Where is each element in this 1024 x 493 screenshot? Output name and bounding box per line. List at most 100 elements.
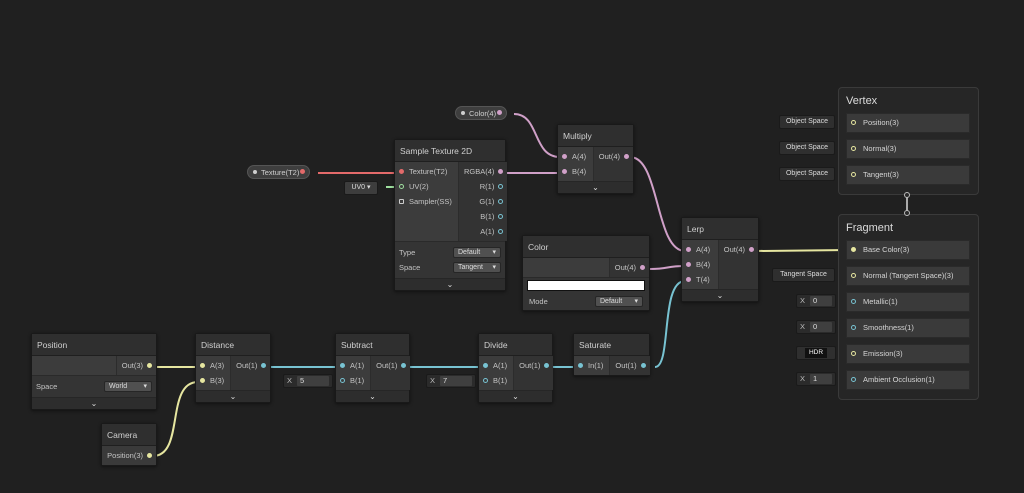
dropdown-arrow-icon: ▾ xyxy=(367,184,371,191)
fragment-block-smoothness[interactable]: Smoothness(1) xyxy=(846,318,970,338)
input-port-b[interactable]: B(1) xyxy=(479,373,513,388)
fragment-stack[interactable]: Fragment Base Color(3) Normal (Tangent S… xyxy=(838,214,979,400)
space-dropdown[interactable]: Tangent ▾ xyxy=(453,262,501,273)
input-port-b[interactable]: B(3) xyxy=(196,373,230,388)
input-port-b[interactable]: B(4) xyxy=(682,257,718,272)
property-texture[interactable]: Texture(T2) xyxy=(247,165,311,179)
input-port-uv[interactable]: UV(2) xyxy=(395,179,458,194)
dropdown-arrow-icon: ▾ xyxy=(634,298,638,305)
fragment-title: Fragment xyxy=(846,222,894,234)
output-port-out[interactable]: Out(4) xyxy=(719,242,758,257)
input-port-a[interactable]: A(3) xyxy=(196,358,230,373)
property-color[interactable]: Color(4) xyxy=(455,106,508,120)
collapse-chevron-icon[interactable]: ⌄ xyxy=(558,181,633,193)
output-port-out[interactable]: Out(1) xyxy=(371,358,410,373)
divide-b-value-field[interactable]: X7 xyxy=(426,374,476,388)
port-dot-icon xyxy=(253,170,257,174)
input-port-sampler[interactable]: Sampler(SS) xyxy=(395,194,458,209)
node-camera[interactable]: Camera Position(3) xyxy=(101,423,157,466)
node-sample-texture-2d[interactable]: Sample Texture 2D Texture(T2) UV(2) Samp… xyxy=(394,139,508,291)
axis-label: X xyxy=(287,376,293,385)
fragment-block-emission[interactable]: Emission(3) xyxy=(846,344,970,364)
node-color[interactable]: Color Out(4) Mode Default ▾ xyxy=(522,235,650,311)
node-title: Sample Texture 2D xyxy=(395,140,505,162)
output-port-out[interactable]: Out(1) xyxy=(610,358,649,373)
node-multiply[interactable]: Multiply A(4) B(4) Out(4) ⌄ xyxy=(557,124,634,194)
node-position[interactable]: Position Out(3) Space World ▾ ⌄ xyxy=(31,333,157,410)
input-port-texture[interactable]: Texture(T2) xyxy=(395,164,458,179)
output-port-icon[interactable] xyxy=(497,110,503,115)
output-port-position[interactable]: Position(3) xyxy=(102,448,156,463)
wire-color-to-multiply-a xyxy=(513,113,561,158)
fragment-block-normal[interactable]: Normal (Tangent Space)(3) xyxy=(846,266,970,286)
vertex-block-tangent[interactable]: Tangent(3) xyxy=(846,165,970,185)
vertex-title: Vertex xyxy=(846,95,878,107)
connector-end-icon xyxy=(904,210,910,216)
output-port-out[interactable]: Out(4) xyxy=(594,149,633,164)
type-dropdown[interactable]: Default ▾ xyxy=(453,247,501,258)
node-title: Color xyxy=(523,236,649,258)
node-title: Multiply xyxy=(558,125,633,147)
collapse-chevron-icon[interactable]: ⌄ xyxy=(336,390,409,402)
input-port-in[interactable]: In(1) xyxy=(574,358,609,373)
setting-label-space: Space xyxy=(399,263,421,272)
node-title: Divide xyxy=(479,334,552,356)
vertex-position-space[interactable]: Object Space xyxy=(779,115,835,129)
node-title: Subtract xyxy=(336,334,409,356)
collapse-chevron-icon[interactable]: ⌄ xyxy=(196,390,270,402)
output-port-rgba[interactable]: RGBA(4) xyxy=(459,164,507,179)
vertex-normal-space[interactable]: Object Space xyxy=(779,141,835,155)
output-port-a[interactable]: A(1) xyxy=(459,224,507,239)
output-port-out[interactable]: Out(4) xyxy=(610,260,649,275)
input-port-a[interactable]: A(1) xyxy=(336,358,370,373)
output-port-out[interactable]: Out(1) xyxy=(231,358,270,373)
setting-label-type: Type xyxy=(399,248,416,257)
output-port-b[interactable]: B(1) xyxy=(459,209,507,224)
vertex-block-position[interactable]: Position(3) xyxy=(846,113,970,133)
wire-camera-to-distance-b xyxy=(152,381,199,457)
metallic-value-field[interactable]: X0 xyxy=(796,294,836,308)
output-port-r[interactable]: R(1) xyxy=(459,179,507,194)
emission-hdr-color[interactable]: HDR xyxy=(796,346,836,360)
axis-label: X xyxy=(430,376,436,385)
space-dropdown[interactable]: World ▾ xyxy=(104,381,152,392)
vertex-stack[interactable]: Vertex Position(3) Normal(3) Tangent(3) xyxy=(838,87,979,195)
node-saturate[interactable]: Saturate In(1) Out(1) xyxy=(573,333,650,376)
smoothness-value-field[interactable]: X0 xyxy=(796,320,836,334)
mode-label: Mode xyxy=(529,297,548,306)
node-distance[interactable]: Distance A(3) B(3) Out(1) ⌄ xyxy=(195,333,271,403)
vertex-block-normal[interactable]: Normal(3) xyxy=(846,139,970,159)
output-port-out[interactable]: Out(1) xyxy=(514,358,553,373)
node-title: Camera xyxy=(102,424,156,446)
port-dot-icon xyxy=(461,111,465,115)
input-port-a[interactable]: A(4) xyxy=(558,149,593,164)
node-lerp[interactable]: Lerp A(4) B(4) T(4) Out(4) ⌄ xyxy=(681,217,759,302)
collapse-chevron-icon[interactable]: ⌄ xyxy=(395,278,505,290)
ambient-occlusion-value-field[interactable]: X1 xyxy=(796,372,836,386)
subtract-b-value-field[interactable]: X5 xyxy=(283,374,333,388)
node-title: Position xyxy=(32,334,156,356)
collapse-chevron-icon[interactable]: ⌄ xyxy=(479,390,552,402)
color-swatch[interactable] xyxy=(527,280,645,291)
output-port-out[interactable]: Out(3) xyxy=(117,358,156,373)
node-divide[interactable]: Divide A(1) B(1) Out(1) ⌄ xyxy=(478,333,554,403)
dropdown-arrow-icon: ▾ xyxy=(143,383,147,390)
node-subtract[interactable]: Subtract A(1) B(1) Out(1) ⌄ xyxy=(335,333,411,403)
input-port-b[interactable]: B(1) xyxy=(336,373,370,388)
collapse-chevron-icon[interactable]: ⌄ xyxy=(682,289,758,301)
collapse-chevron-icon[interactable]: ⌄ xyxy=(32,397,156,409)
wire-color-to-lerp-b xyxy=(649,265,686,270)
fragment-block-metallic[interactable]: Metallic(1) xyxy=(846,292,970,312)
uv-channel-dropdown[interactable]: UV0 ▾ xyxy=(344,181,378,195)
mode-dropdown[interactable]: Default ▾ xyxy=(595,296,643,307)
output-port-icon[interactable] xyxy=(300,169,306,174)
fragment-block-ambient-occlusion[interactable]: Ambient Occlusion(1) xyxy=(846,370,970,390)
input-port-b[interactable]: B(4) xyxy=(558,164,593,179)
input-port-a[interactable]: A(1) xyxy=(479,358,513,373)
output-port-g[interactable]: G(1) xyxy=(459,194,507,209)
fragment-block-base-color[interactable]: Base Color(3) xyxy=(846,240,970,260)
normal-tangent-space[interactable]: Tangent Space xyxy=(772,268,835,282)
input-port-t[interactable]: T(4) xyxy=(682,272,718,287)
input-port-a[interactable]: A(4) xyxy=(682,242,718,257)
vertex-tangent-space[interactable]: Object Space xyxy=(779,167,835,181)
